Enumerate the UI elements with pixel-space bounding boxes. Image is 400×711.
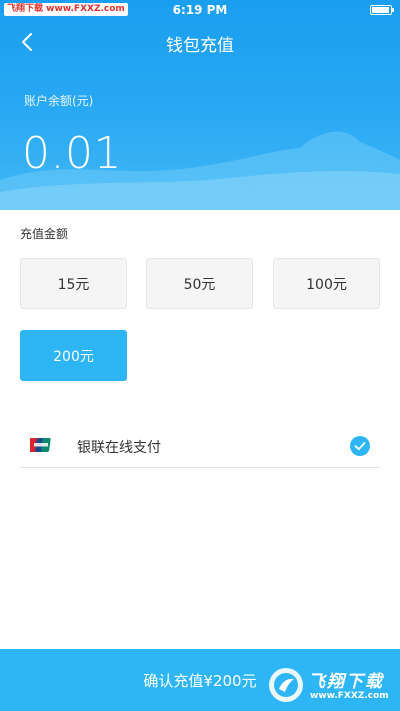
- amount-option-50[interactable]: 50元: [146, 258, 253, 309]
- check-circle-icon[interactable]: [350, 436, 370, 456]
- unionpay-icon: [30, 438, 51, 452]
- status-time: 6:19 PM: [172, 3, 228, 17]
- watermark-text: 飞翔下载: [308, 672, 384, 692]
- amount-option-200[interactable]: 200元: [20, 330, 127, 381]
- battery-icon: [370, 5, 394, 15]
- header-banner: 飞翔下载 www.FXXZ.com 6:19 PM 钱包充值 账户余额(元) 0…: [0, 0, 400, 210]
- amount-option-100[interactable]: 100元: [273, 258, 380, 309]
- watermark-url: www.FXXZ.com: [310, 691, 389, 701]
- confirm-recharge-button[interactable]: 确认充值¥200元 飞翔下载 www.FXXZ.com: [0, 649, 400, 711]
- payment-method-row[interactable]: 银联在线支付: [20, 424, 380, 468]
- watermark-logo: 飞翔下载 www.FXXZ.com: [264, 661, 400, 711]
- watermark-logo-icon: [269, 668, 303, 702]
- balance-label: 账户余额(元): [24, 94, 94, 108]
- balance-value: 0.01: [22, 128, 122, 179]
- page-title: 钱包充值: [166, 36, 234, 56]
- payment-method-label: 银联在线支付: [77, 440, 161, 456]
- amount-option-15[interactable]: 15元: [20, 258, 127, 309]
- status-bar: 飞翔下载 www.FXXZ.com 6:19 PM: [0, 0, 400, 20]
- recharge-amount-label: 充值金额: [20, 227, 69, 241]
